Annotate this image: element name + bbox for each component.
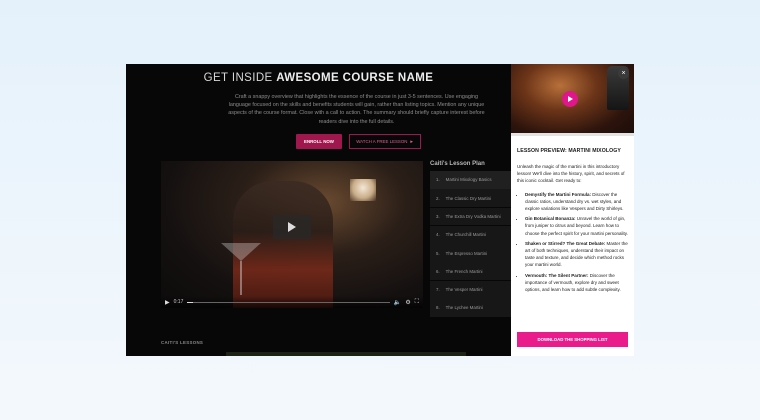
preview-point-heading: Gin Botanical Bonanza: (525, 216, 576, 222)
lesson-plan-item[interactable]: 1. Martini Mixology Basics (430, 171, 511, 189)
fullscreen-icon[interactable]: ⛶ (415, 299, 419, 306)
preview-points: Demystify the Martini Formula: Discover … (517, 191, 630, 294)
lesson-number: 7. (436, 287, 440, 293)
lesson-number: 8. (436, 305, 440, 311)
lesson-label: The Churchill Martini (445, 232, 486, 238)
lesson-plan-item[interactable]: 2. The Classic Dry Martini (430, 189, 511, 208)
video-controls: ▶ 0:17 🔈 ⚙ ⛶ (161, 296, 423, 308)
volume-icon[interactable]: 🔈 (394, 299, 401, 306)
lessons-preview-strip (226, 352, 466, 356)
preview-point-heading: Vermouth: The Silent Partner: (525, 272, 589, 278)
lesson-label: The Extra Dry Vodka Martini (445, 213, 501, 219)
landing-page-frame: GET INSIDE AWESOME COURSE NAME Craft a s… (126, 64, 634, 356)
lesson-number: 2. (436, 195, 440, 201)
lesson-number: 6. (436, 268, 440, 274)
watch-free-lesson-button[interactable]: WATCH A FREE LESSON ► (349, 134, 421, 149)
lesson-number: 3. (436, 213, 440, 219)
lesson-label: Martini Mixology Basics (445, 177, 492, 183)
play-icon[interactable]: ▶ (165, 299, 170, 306)
watch-free-lesson-label: WATCH A FREE LESSON (356, 139, 408, 144)
hero-section: GET INSIDE AWESOME COURSE NAME Craft a s… (126, 64, 511, 356)
preview-point: Demystify the Martini Formula: Discover … (525, 191, 630, 213)
lesson-plan-item[interactable]: 5. The Espresso Martini (430, 244, 511, 262)
preview-point: Gin Botanical Bonanza: Unravel the world… (525, 215, 630, 237)
preview-point-heading: Shaken or Stirred? The Great Debate: (525, 240, 606, 246)
video-martini-glass (221, 243, 261, 261)
lesson-number: 4. (436, 232, 440, 238)
lesson-plan-list: 1. Martini Mixology Basics 2. The Classic D… (430, 171, 511, 317)
preview-point-heading: Demystify the Martini Formula: (525, 191, 592, 197)
lesson-plan-item[interactable]: 6. The French Martini (430, 262, 511, 281)
video-lamp-light (350, 179, 376, 201)
video-player[interactable]: ▶ 0:17 🔈 ⚙ ⛶ (161, 161, 423, 308)
lesson-number: 1. (436, 177, 440, 183)
lesson-label: The Espresso Martini (445, 250, 488, 256)
lesson-number: 5. (436, 250, 440, 256)
preview-point: Shaken or Stirred? The Great Debate: Mas… (525, 240, 630, 269)
lesson-plan-item[interactable]: 8. The Lychee Martini (430, 299, 511, 317)
lesson-label: The Classic Dry Martini (445, 195, 492, 201)
video-glass-stem (240, 261, 242, 295)
preview-intro: Unleash the magic of the martini in this… (517, 164, 625, 184)
video-progress-bar[interactable] (187, 301, 390, 303)
settings-icon[interactable]: ⚙ (405, 299, 410, 306)
play-icon (568, 96, 573, 102)
video-play-button[interactable] (273, 215, 311, 239)
preview-fade (511, 318, 634, 332)
preview-image-divider (511, 133, 634, 136)
lesson-plan-item[interactable]: 4. The Churchill Martini (430, 225, 511, 244)
lessons-section-label: CAITI'S LESSONS (161, 340, 204, 345)
play-icon (288, 222, 296, 232)
lesson-plan-item[interactable]: 3. The Extra Dry Vodka Martini (430, 207, 511, 226)
page-title: GET INSIDE AWESOME COURSE NAME (126, 72, 511, 84)
lesson-plan-item[interactable]: 7. The Vesper Martini (430, 280, 511, 299)
preview-play-button[interactable] (562, 91, 578, 107)
course-description: Craft a snappy overview that highlights … (228, 94, 485, 125)
title-prefix: GET INSIDE (203, 72, 277, 84)
close-icon[interactable]: × (618, 68, 629, 79)
preview-point: Vermouth: The Silent Partner: Discover t… (525, 272, 630, 294)
preview-content: LESSON PREVIEW: MARTINI MIXOLOGY Unleash… (517, 148, 630, 296)
video-time: 0:17 (173, 299, 184, 305)
video-progress-fill (187, 301, 194, 303)
course-name: AWESOME COURSE NAME (276, 72, 434, 84)
download-shopping-list-button[interactable]: DOWNLOAD THE SHOPPING LIST (517, 332, 628, 347)
lesson-plan-title: Caiti's Lesson Plan (430, 161, 485, 167)
lesson-preview-panel: × LESSON PREVIEW: MARTINI MIXOLOGY Unlea… (511, 64, 634, 356)
lesson-label: The Lychee Martini (445, 305, 483, 311)
preview-title: LESSON PREVIEW: MARTINI MIXOLOGY (517, 148, 621, 154)
enroll-button[interactable]: ENROLL NOW (296, 134, 342, 149)
lesson-label: The Vesper Martini (445, 287, 483, 293)
play-circle-icon: ► (409, 139, 414, 144)
lesson-label: The French Martini (445, 268, 483, 274)
